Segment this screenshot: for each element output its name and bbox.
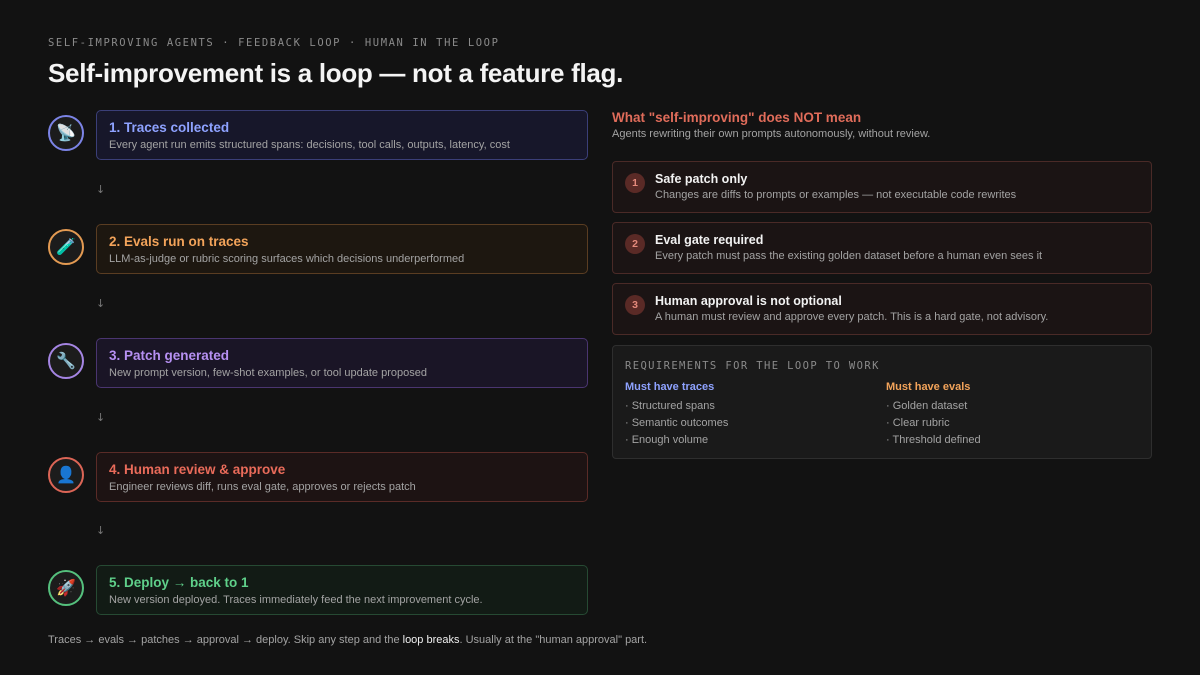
- rocket-icon: 🚀: [48, 570, 84, 606]
- step-desc: Engineer reviews diff, runs eval gate, a…: [109, 481, 416, 493]
- requirements-column-title: Must have traces: [625, 381, 715, 393]
- requirement-item: · Golden dataset: [886, 400, 968, 412]
- requirements-heading: REQUIREMENTS FOR THE LOOP TO WORK: [625, 360, 880, 372]
- rule-number-badge: 3: [625, 295, 645, 315]
- slide: SELF-IMPROVING AGENTS · FEEDBACK LOOP · …: [0, 0, 1200, 675]
- footer-note: Traces → evals → patches → approval → de…: [48, 634, 647, 646]
- step-desc: New version deployed. Traces immediately…: [109, 594, 483, 606]
- requirement-item: · Semantic outcomes: [625, 417, 729, 429]
- step-card: 1. Traces collected Every agent run emit…: [96, 110, 588, 160]
- step-card: 4. Human review & approve Engineer revie…: [96, 452, 588, 502]
- requirements-column-evals: Must have evals · Golden dataset · Clear…: [886, 381, 1126, 449]
- not-mean-subtitle: Agents rewriting their own prompts auton…: [612, 128, 931, 140]
- step-deploy: 🚀 5. Deploy → back to 1 New version depl…: [48, 565, 588, 615]
- test-tube-icon: 🧪: [48, 229, 84, 265]
- down-arrow-icon: ↓: [96, 524, 106, 537]
- step-title: 4. Human review & approve: [109, 462, 286, 477]
- rule-card: 3 Human approval is not optional A human…: [612, 283, 1152, 335]
- rule-number-badge: 1: [625, 173, 645, 193]
- requirement-item: · Enough volume: [625, 434, 709, 446]
- requirements-panel: REQUIREMENTS FOR THE LOOP TO WORK Must h…: [612, 345, 1152, 459]
- wrench-icon: 🔧: [48, 343, 84, 379]
- footer-text: Traces → evals → patches → approval → de…: [48, 634, 403, 646]
- requirement-item: · Structured spans: [625, 400, 715, 412]
- step-traces: 📡 1. Traces collected Every agent run em…: [48, 110, 588, 160]
- step-title: 2. Evals run on traces: [109, 234, 249, 249]
- requirement-item: · Clear rubric: [886, 417, 950, 429]
- footer-emphasis: loop breaks: [402, 634, 460, 646]
- step-desc: New prompt version, few-shot examples, o…: [109, 367, 427, 379]
- footer-text: . Usually at the "human approval" part.: [459, 634, 648, 646]
- requirement-item: · Threshold defined: [886, 434, 981, 446]
- rule-number-badge: 2: [625, 234, 645, 254]
- person-silhouette-icon: 👤: [48, 457, 84, 493]
- rule-title: Safe patch only: [655, 172, 748, 186]
- requirements-column-title: Must have evals: [886, 381, 971, 393]
- down-arrow-icon: ↓: [96, 297, 106, 310]
- step-title: 1. Traces collected: [109, 120, 230, 135]
- rule-card: 2 Eval gate required Every patch must pa…: [612, 222, 1152, 274]
- satellite-antenna-icon: 📡: [48, 115, 84, 151]
- requirements-column-traces: Must have traces · Structured spans · Se…: [625, 381, 865, 449]
- down-arrow-icon: ↓: [96, 411, 106, 424]
- step-card: 3. Patch generated New prompt version, f…: [96, 338, 588, 388]
- rule-card: 1 Safe patch only Changes are diffs to p…: [612, 161, 1152, 213]
- step-card: 2. Evals run on traces LLM-as-judge or r…: [96, 224, 588, 274]
- rule-desc: A human must review and approve every pa…: [655, 311, 1049, 323]
- rule-desc: Every patch must pass the existing golde…: [655, 250, 1043, 262]
- step-patch: 🔧 3. Patch generated New prompt version,…: [48, 338, 588, 388]
- rule-title: Eval gate required: [655, 233, 764, 247]
- not-mean-title: What "self-improving" does NOT mean: [612, 110, 862, 125]
- down-arrow-icon: ↓: [96, 183, 106, 196]
- step-human-review: 👤 4. Human review & approve Engineer rev…: [48, 452, 588, 502]
- step-desc: LLM-as-judge or rubric scoring surfaces …: [109, 253, 465, 265]
- rule-desc: Changes are diffs to prompts or examples…: [655, 189, 1017, 201]
- step-evals: 🧪 2. Evals run on traces LLM-as-judge or…: [48, 224, 588, 274]
- rule-title: Human approval is not optional: [655, 294, 842, 308]
- step-card: 5. Deploy → back to 1 New version deploy…: [96, 565, 588, 615]
- step-title: 5. Deploy → back to 1: [109, 575, 249, 590]
- eyebrow: SELF-IMPROVING AGENTS · FEEDBACK LOOP · …: [48, 37, 500, 49]
- page-title: Self-improvement is a loop — not a featu…: [48, 58, 624, 88]
- step-title: 3. Patch generated: [109, 348, 230, 363]
- step-desc: Every agent run emits structured spans: …: [109, 139, 510, 151]
